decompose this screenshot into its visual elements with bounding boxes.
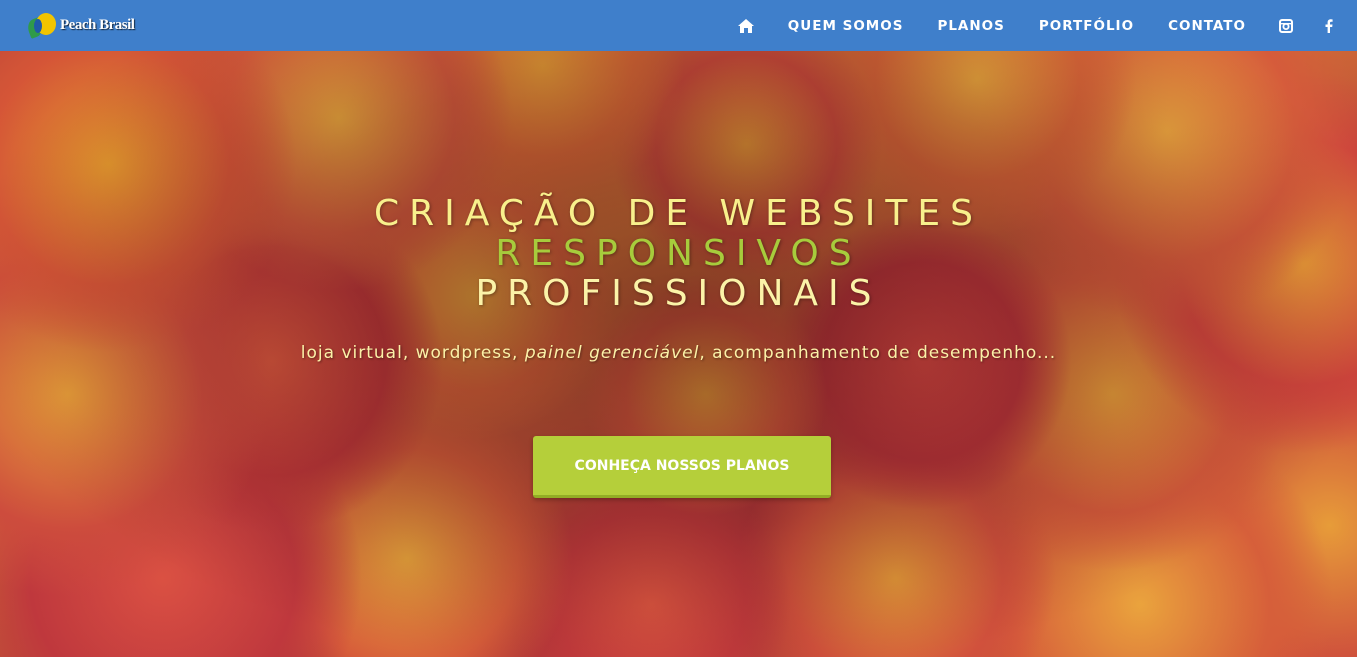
subline-italic: painel gerenciável <box>524 343 700 363</box>
brand[interactable]: Peach Brasil <box>25 11 135 39</box>
nav-contato[interactable]: CONTATO <box>1168 0 1246 51</box>
home-icon <box>737 18 754 33</box>
headline-line-2: RESPONSIVOS <box>495 233 862 274</box>
subline-part-1: loja virtual, wordpress, <box>300 343 525 363</box>
cta-button[interactable]: CONHEÇA NOSSOS PLANOS <box>533 436 831 498</box>
nav-quem-somos[interactable]: QUEM SOMOS <box>788 0 904 51</box>
nav-portfolio[interactable]: PORTFÓLIO <box>1039 0 1134 51</box>
hero-content: CRIAÇÃO DE WEBSITES RESPONSIVOS PROFISSI… <box>0 193 1357 364</box>
peach-brasil-logo <box>25 11 58 39</box>
subline-part-2: , acompanhamento de desempenho... <box>699 343 1057 363</box>
nav-facebook[interactable] <box>1325 0 1333 51</box>
facebook-icon <box>1325 18 1333 33</box>
nav-planos[interactable]: PLANOS <box>937 0 1004 51</box>
headline-line-1: CRIAÇÃO DE WEBSITES <box>373 193 984 234</box>
navbar: Peach Brasil QUEM SOMOS PLANOS PORTFÓLIO… <box>0 0 1357 51</box>
headline-line-3: PROFISSIONAIS <box>475 273 882 314</box>
hero-subline: loja virtual, wordpress, painel gerenciá… <box>0 343 1357 363</box>
instagram-icon <box>1279 18 1293 33</box>
nav-home[interactable] <box>737 0 754 51</box>
brand-name: Peach Brasil <box>60 16 135 33</box>
nav-instagram[interactable] <box>1279 0 1293 51</box>
main-nav: QUEM SOMOS PLANOS PORTFÓLIO CONTATO <box>737 0 1357 51</box>
